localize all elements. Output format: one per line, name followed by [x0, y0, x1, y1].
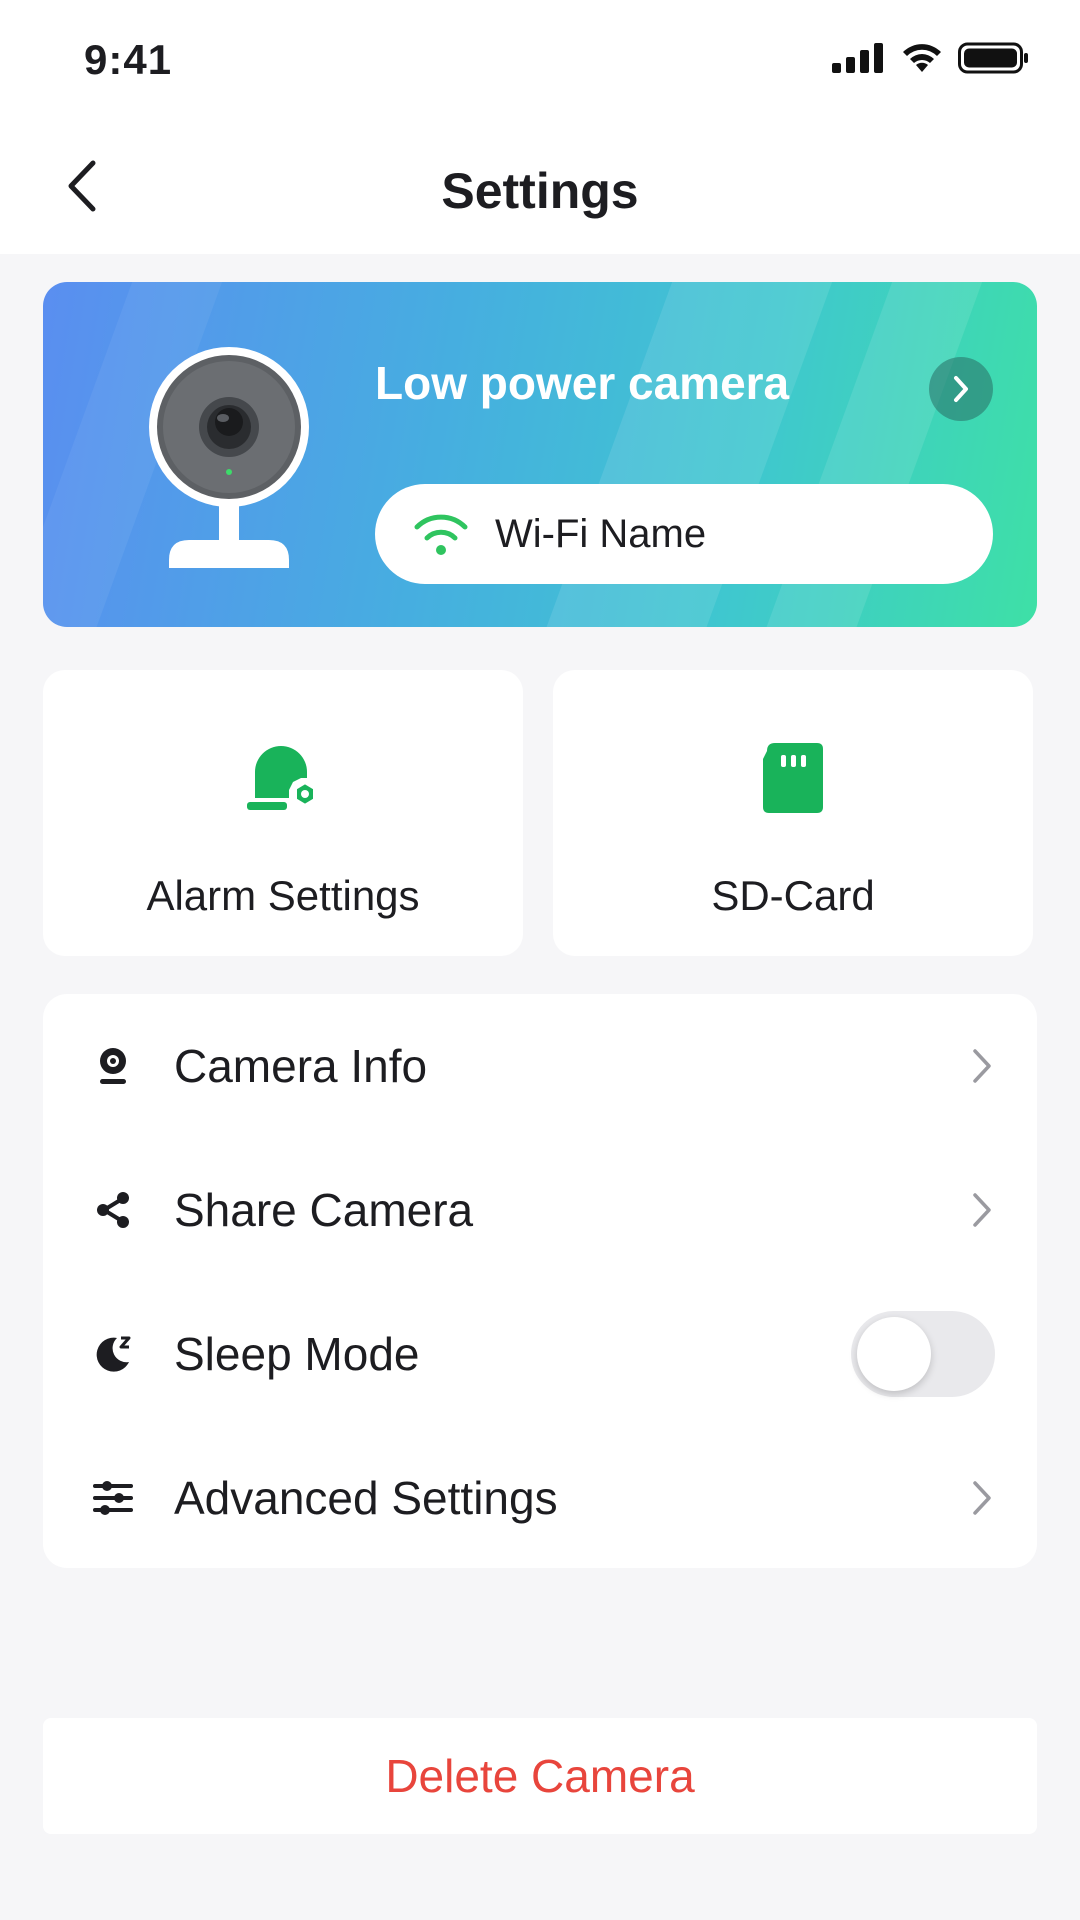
camera-info-label: Camera Info — [174, 1040, 428, 1092]
settings-screen: 9:41 Settings Low power camera Wi-Fi Nam… — [0, 0, 1080, 1920]
wifi-icon — [413, 512, 469, 556]
device-name: Low power camera — [375, 357, 790, 409]
page-title: Settings — [441, 163, 639, 219]
signal-icon — [832, 43, 883, 73]
wifi-icon — [903, 44, 941, 72]
sd-card-icon — [553, 736, 1033, 820]
advanced-settings-row[interactable]: Advanced Settings — [43, 1426, 1037, 1570]
settings-list: Camera Info Share Camera Sleep Mode Adva… — [43, 994, 1037, 1568]
alarm-settings-tile[interactable]: Alarm Settings — [43, 670, 523, 956]
sliders-icon — [91, 1476, 135, 1520]
status-bar: 9:41 — [0, 0, 1080, 120]
wifi-pill[interactable]: Wi-Fi Name — [375, 484, 993, 584]
wifi-name: Wi-Fi Name — [495, 511, 707, 556]
share-icon — [91, 1188, 135, 1232]
toggle-knob — [857, 1317, 931, 1391]
sleep-mode-toggle[interactable] — [851, 1311, 995, 1397]
alarm-siren-icon — [43, 736, 523, 820]
nav-header: Settings — [0, 120, 1080, 254]
chevron-right-icon — [967, 1476, 997, 1520]
share-camera-row[interactable]: Share Camera — [43, 1138, 1037, 1282]
chevron-right-icon — [967, 1188, 997, 1232]
share-camera-label: Share Camera — [174, 1184, 474, 1236]
alarm-settings-label: Alarm Settings — [146, 872, 420, 919]
sleep-mode-label: Sleep Mode — [174, 1328, 420, 1380]
sd-card-label: SD-Card — [711, 872, 875, 919]
webcam-icon — [91, 1044, 135, 1088]
advanced-settings-label: Advanced Settings — [174, 1472, 558, 1524]
delete-camera-button[interactable]: Delete Camera — [43, 1718, 1037, 1834]
chevron-right-icon — [954, 376, 968, 402]
status-time: 9:41 — [84, 36, 173, 83]
device-card[interactable]: Low power camera Wi-Fi Name — [43, 282, 1037, 627]
sd-card-tile[interactable]: SD-Card — [553, 670, 1033, 956]
device-details-button[interactable] — [929, 357, 993, 421]
battery-icon — [958, 42, 1028, 74]
moon-sleep-icon — [91, 1332, 135, 1376]
camera-illustration — [149, 347, 309, 568]
chevron-right-icon — [967, 1044, 997, 1088]
sleep-mode-row: Sleep Mode — [43, 1282, 1037, 1426]
status-icons — [832, 42, 1030, 74]
camera-info-row[interactable]: Camera Info — [43, 994, 1037, 1138]
